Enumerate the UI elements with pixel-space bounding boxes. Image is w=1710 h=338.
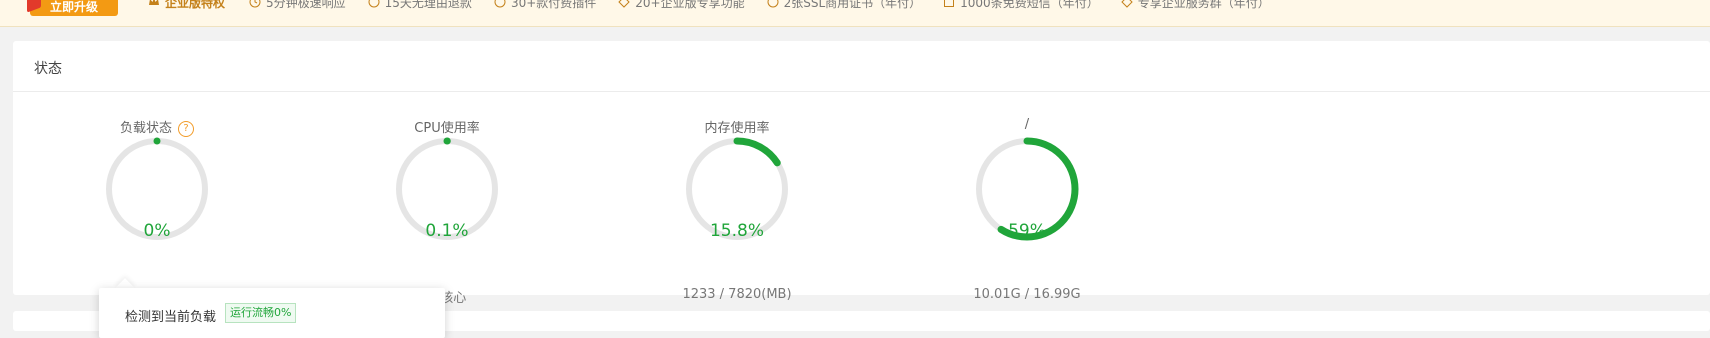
gauge-label: 内存使用率 bbox=[704, 121, 770, 136]
panel-divider bbox=[13, 91, 1710, 92]
promo-feature-list: 企业版特权 5分钟极速响应 15天无理由退款 30+款付费插件 20+企业版专享… bbox=[148, 0, 1270, 12]
ssl-icon bbox=[767, 0, 779, 8]
gauge-value: 0% bbox=[143, 221, 171, 241]
group-icon bbox=[1120, 0, 1133, 8]
sms-icon bbox=[944, 0, 955, 7]
promo-item-label: 2张SSL商用证书（年付） bbox=[783, 0, 922, 10]
crown-icon bbox=[149, 0, 159, 5]
promo-item-label: 专享企业服务群（年付） bbox=[1137, 0, 1270, 10]
promo-item-response: 5分钟极速响应 bbox=[249, 0, 346, 11]
gauge-label: CPU使用率 bbox=[414, 121, 480, 136]
gauge-label: / bbox=[1024, 117, 1030, 132]
gauge-subtext: 10.01G / 16.99G bbox=[973, 287, 1081, 302]
help-icon[interactable]: ? bbox=[178, 121, 194, 137]
plugin-icon bbox=[494, 0, 506, 8]
promo-item-ssl: 2张SSL商用证书（年付） bbox=[767, 0, 922, 11]
promo-item-label: 5分钟极速响应 bbox=[266, 0, 346, 10]
promo-item-label: 20+企业版专享功能 bbox=[635, 0, 745, 10]
promo-item-plugins: 30+款付费插件 bbox=[494, 0, 596, 11]
promo-item-features: 20+企业版专享功能 bbox=[618, 0, 745, 11]
gauge-value: 15.8% bbox=[709, 221, 764, 241]
promo-item-label: 15天无理由退款 bbox=[384, 0, 472, 10]
refund-icon bbox=[368, 0, 380, 8]
load-tooltip: 检测到当前负载 运行流畅0% bbox=[99, 288, 445, 338]
clock-icon bbox=[249, 0, 261, 8]
gauge-value: 59% bbox=[1008, 221, 1046, 241]
status-panel: 状态 负载状态? 0% 运行流畅 CPU使用率 0.1% 8 核心 内存使用率 … bbox=[13, 41, 1710, 306]
promo-item-label: 企业版特权 bbox=[165, 0, 226, 10]
promo-item-label: 1000条免费短信（年付） bbox=[960, 0, 1099, 10]
diamond-icon bbox=[618, 0, 630, 8]
promo-banner: 立即升级 企业版特权 5分钟极速响应 15天无理由退款 30+款付费插件 20+… bbox=[0, 0, 1710, 27]
upgrade-button[interactable]: 立即升级 bbox=[30, 0, 118, 16]
promo-item-sms: 1000条免费短信（年付） bbox=[943, 0, 1099, 11]
promo-item-refund: 15天无理由退款 bbox=[368, 0, 472, 11]
panel-title: 状态 bbox=[34, 61, 62, 77]
tooltip-status-tag: 运行流畅0% bbox=[225, 303, 297, 323]
promo-item-label: 30+款付费插件 bbox=[510, 0, 597, 10]
gauge-label: 负载状态? bbox=[92, 117, 222, 137]
promo-item-enterprise[interactable]: 企业版特权 bbox=[148, 0, 225, 11]
tooltip-text: 检测到当前负载 bbox=[125, 310, 217, 325]
gauge-subtext: 1233 / 7820(MB) bbox=[682, 287, 792, 302]
promo-item-service-group: 专享企业服务群（年付） bbox=[1120, 0, 1270, 11]
gauge-value: 0.1% bbox=[425, 221, 469, 241]
